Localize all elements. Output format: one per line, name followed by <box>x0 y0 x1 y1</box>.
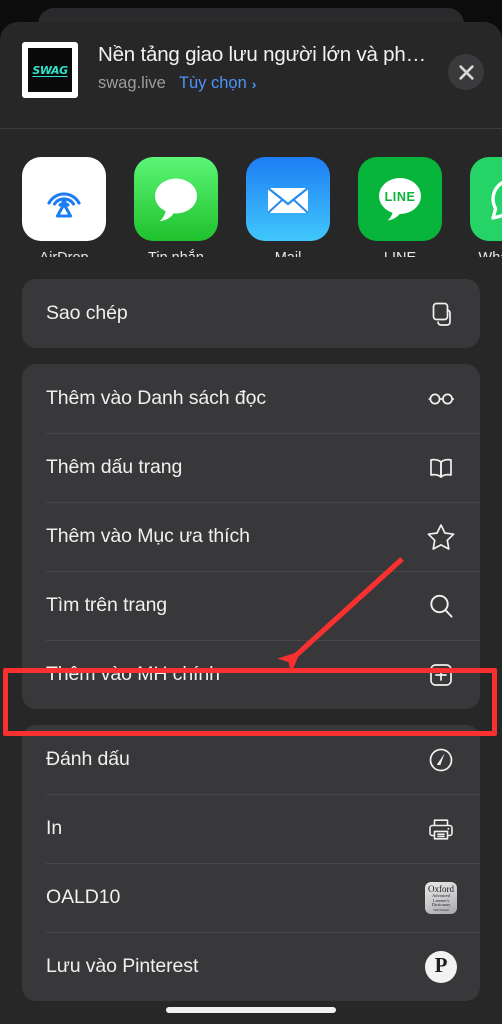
line-icon: LINE <box>379 178 421 221</box>
action-group-3: Đánh dấu In OALD10 Oxford Advanced Learn… <box>22 725 480 1001</box>
messages-tile <box>134 157 218 241</box>
action-label: Tìm trên trang <box>46 594 168 616</box>
action-row-markup[interactable]: Đánh dấu <box>22 725 480 794</box>
site-thumbnail-logo-text: SWAG <box>32 63 68 77</box>
mail-icon <box>267 187 309 214</box>
action-row-copy[interactable]: Sao chép <box>22 279 480 348</box>
site-thumbnail: SWAG <box>22 42 78 98</box>
share-targets-row[interactable]: AirDrop Tin nhắn <box>0 129 502 257</box>
share-target-label: LINE <box>358 250 442 257</box>
printer-icon <box>424 812 458 846</box>
messages-icon <box>155 178 197 221</box>
action-group-2: Thêm vào Danh sách đọc Thêm dấu trang Th… <box>22 364 480 709</box>
action-row-save-to-pinterest[interactable]: Lưu vào Pinterest P <box>22 932 480 1001</box>
action-label: Thêm dấu trang <box>46 456 183 478</box>
star-icon <box>424 520 458 554</box>
oald10-app-icon: Oxford Advanced Learner's Dictionary 10t… <box>424 881 458 915</box>
action-row-add-to-home-screen[interactable]: Thêm vào MH chính <box>22 640 480 709</box>
action-row-oald10[interactable]: OALD10 Oxford Advanced Learner's Diction… <box>22 863 480 932</box>
share-target-airdrop[interactable]: AirDrop <box>22 157 106 257</box>
action-label: Đánh dấu <box>46 748 130 770</box>
plus-square-icon <box>424 658 458 692</box>
share-target-messages[interactable]: Tin nhắn <box>134 157 218 257</box>
whatsapp-icon <box>491 180 502 220</box>
action-label: Thêm vào MH chính <box>46 663 220 685</box>
chevron-right-icon: › <box>251 75 257 92</box>
options-label: Tùy chọn <box>178 74 247 93</box>
line-tile: LINE <box>358 157 442 241</box>
close-button[interactable] <box>448 54 484 90</box>
share-target-label: Mail <box>246 250 330 257</box>
copy-icon <box>424 297 458 331</box>
site-domain: swag.live <box>98 74 166 93</box>
share-target-mail[interactable]: Mail <box>246 157 330 257</box>
airdrop-icon <box>47 192 81 218</box>
share-target-label: WhatsApp <box>470 250 502 257</box>
svg-text:LINE: LINE <box>385 190 416 204</box>
action-label: Lưu vào Pinterest <box>46 955 199 977</box>
action-label: OALD10 <box>46 886 121 908</box>
action-row-reading-list[interactable]: Thêm vào Danh sách đọc <box>22 364 480 433</box>
airdrop-tile <box>22 157 106 241</box>
action-label: In <box>46 817 63 839</box>
action-row-add-favorite[interactable]: Thêm vào Mục ưa thích <box>22 502 480 571</box>
close-icon <box>458 64 474 80</box>
oald-edition: 10th Edition <box>433 907 449 912</box>
share-target-label: AirDrop <box>22 250 106 257</box>
action-group-1: Sao chép <box>22 279 480 348</box>
share-sheet-header: SWAG Nền tảng giao lưu người lớn và ph… … <box>0 22 502 128</box>
glasses-icon <box>424 382 458 416</box>
pinterest-icon: P <box>424 950 458 984</box>
share-target-whatsapp[interactable]: WhatsApp <box>470 157 502 257</box>
markup-icon <box>424 743 458 777</box>
action-label: Thêm vào Danh sách đọc <box>46 387 267 409</box>
mail-tile <box>246 157 330 241</box>
header-subrow: swag.live Tùy chọn › <box>98 74 482 93</box>
pinterest-glyph: P <box>434 953 448 977</box>
phone-screen: SWAG Nền tảng giao lưu người lớn và ph… … <box>0 0 502 1024</box>
share-target-line[interactable]: LINE LINE <box>358 157 442 257</box>
home-indicator <box>166 1007 336 1013</box>
action-label: Sao chép <box>46 302 128 324</box>
options-button[interactable]: Tùy chọn › <box>179 74 257 93</box>
action-label: Thêm vào Mục ưa thích <box>46 525 250 547</box>
share-target-label: Tin nhắn <box>134 250 218 257</box>
whatsapp-tile <box>470 157 502 241</box>
action-row-print[interactable]: In <box>22 794 480 863</box>
book-icon <box>424 451 458 485</box>
action-row-find-on-page[interactable]: Tìm trên trang <box>22 571 480 640</box>
share-sheet: SWAG Nền tảng giao lưu người lớn và ph… … <box>0 22 502 1024</box>
page-title: Nền tảng giao lưu người lớn và ph… <box>98 43 426 66</box>
header-text-block: Nền tảng giao lưu người lớn và ph… swag.… <box>78 40 482 93</box>
search-icon <box>424 589 458 623</box>
action-row-add-bookmark[interactable]: Thêm dấu trang <box>22 433 480 502</box>
oald-line3: Dictionary <box>431 902 451 908</box>
